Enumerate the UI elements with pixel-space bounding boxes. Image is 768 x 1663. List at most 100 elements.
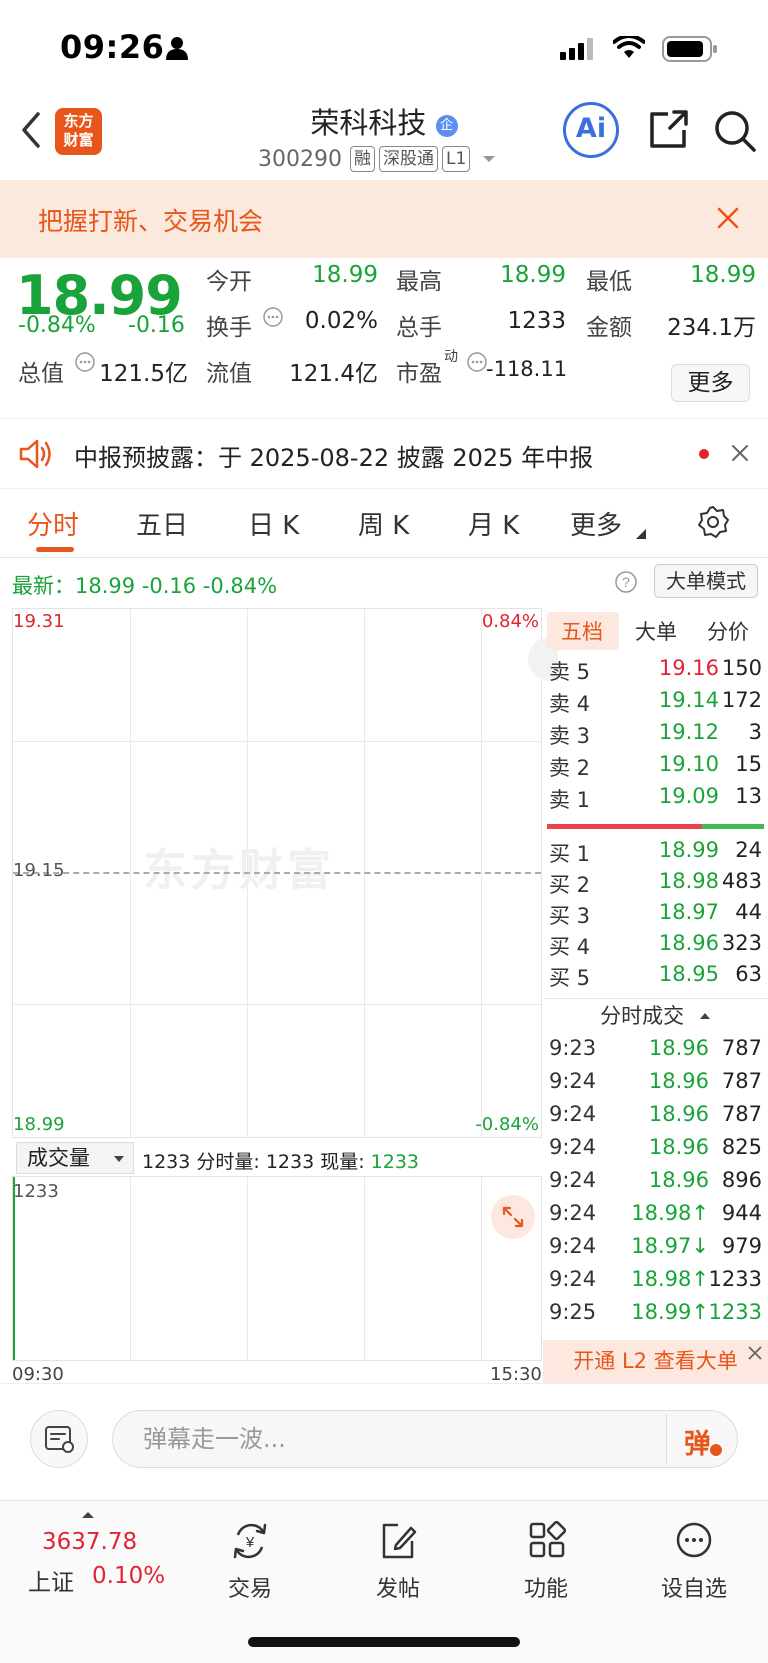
index-value: 3637.78 — [42, 1529, 138, 1555]
watermark: 东方财富 — [143, 845, 335, 896]
danmu-input[interactable]: 弹幕走一波... — [112, 1410, 738, 1468]
bid-row[interactable]: 买 1 18.99 24 — [543, 838, 768, 870]
tab-weekly-k[interactable]: 周 K — [358, 505, 409, 542]
active-tab-indicator — [36, 547, 74, 552]
volume-indicator-select[interactable]: 成交量 — [16, 1142, 134, 1174]
trade-time: 9:23 — [549, 1036, 597, 1060]
trade-row: 9:24 18.96 787 — [543, 1069, 768, 1103]
notice-bar[interactable]: 中报预披露：于 2025-08-22 披露 2025 年中报 — [0, 418, 768, 488]
search-icon[interactable] — [712, 108, 758, 154]
l2-banner-text: 开通 L2 查看大单 — [573, 1349, 738, 1373]
volume-chart[interactable]: 1233 — [12, 1176, 542, 1361]
comment-list-button[interactable] — [30, 1410, 88, 1468]
l2-upgrade-banner[interactable]: 开通 L2 查看大单 — [543, 1340, 768, 1383]
intraday-chart[interactable]: 东方财富 19.31 19.15 18.99 0.84% -0.84% — [12, 608, 558, 1138]
nav-watchlist[interactable]: 设自选 — [634, 1511, 754, 1602]
bid-row[interactable]: 买 3 18.97 44 — [543, 900, 768, 932]
level-label: 卖 5 — [549, 660, 591, 684]
info-icon[interactable] — [262, 306, 284, 328]
nav-trade[interactable]: ¥ 交易 — [190, 1511, 310, 1602]
gear-icon[interactable] — [696, 505, 730, 539]
bid-row[interactable]: 买 4 18.96 323 — [543, 931, 768, 963]
level-volume: 323 — [721, 931, 762, 955]
grid-line — [364, 1177, 365, 1360]
bid-row[interactable]: 买 2 18.98 483 — [543, 869, 768, 901]
nav-functions[interactable]: 功能 — [486, 1511, 606, 1602]
corner-caret-icon — [636, 529, 646, 539]
grid-line — [13, 741, 541, 742]
comment-bar: 弹幕走一波... 弹 — [0, 1383, 768, 1501]
tab-five-day[interactable]: 五日 — [136, 505, 188, 542]
level-volume: 150 — [721, 656, 762, 680]
level-price: 18.97 — [658, 900, 719, 924]
ask-row[interactable]: 卖 2 19.10 15 — [543, 752, 768, 784]
low-value: 18.99 — [690, 262, 756, 288]
status-time: 09:26 — [60, 28, 165, 66]
bid-row[interactable]: 买 5 18.95 63 — [543, 962, 768, 994]
ask-row[interactable]: 卖 3 19.12 3 — [543, 720, 768, 752]
person-icon — [166, 37, 188, 60]
info-icon[interactable] — [74, 351, 96, 373]
ai-button[interactable]: Ai — [563, 102, 619, 158]
low-label: 最低 — [586, 269, 632, 295]
trade-time: 9:24 — [549, 1069, 597, 1093]
trade-time: 9:24 — [549, 1201, 597, 1225]
pe-superscript: 动 — [444, 349, 458, 365]
price-axis-top: 19.31 — [13, 611, 65, 632]
stock-name-text: 荣科科技 — [310, 106, 427, 140]
nav-post-label: 发帖 — [375, 1577, 420, 1602]
trade-price: 18.96 — [648, 1135, 709, 1159]
danmu-toggle-button[interactable]: 弹 — [684, 1422, 724, 1460]
ask-row[interactable]: 卖 1 19.09 13 — [543, 784, 768, 816]
volume-toolbar: 成交量 1233 分时量: 1233 现量: 1233 — [12, 1140, 542, 1176]
prev-close-line — [13, 872, 541, 874]
index-ticker[interactable]: 3637.78 上证 0.10% — [28, 1511, 168, 1596]
mktcap-label: 总值 — [18, 361, 64, 387]
big-order-mode-button[interactable]: 大单模式 — [654, 564, 758, 598]
open-value: 18.99 — [312, 262, 378, 288]
level-label: 买 4 — [549, 935, 591, 959]
svg-text:¥: ¥ — [245, 1534, 255, 1551]
close-icon[interactable] — [731, 444, 749, 462]
signal-icon — [560, 38, 593, 60]
turnover-value: 0.02% — [304, 308, 378, 334]
tab-big-orders[interactable]: 大单 — [635, 616, 677, 646]
more-button[interactable]: 更多 — [671, 364, 750, 402]
trade-volume: 825 — [721, 1135, 762, 1159]
stock-code: 300290 — [258, 146, 342, 172]
info-icon[interactable] — [466, 351, 488, 373]
tab-price-dist[interactable]: 分价 — [707, 616, 749, 646]
divider — [666, 1414, 667, 1464]
change-percent: -0.84% — [18, 313, 96, 338]
enterprise-badge-icon: 企 — [435, 115, 458, 137]
level-label: 卖 3 — [549, 724, 591, 748]
ask-row[interactable]: 卖 5 19.16 150 — [543, 656, 768, 688]
amount-value: 234.1万 — [667, 315, 756, 341]
trade-price: 18.99↑ — [631, 1300, 709, 1324]
tab-intraday[interactable]: 分时 — [27, 505, 79, 542]
tab-daily-k[interactable]: 日 K — [248, 505, 299, 542]
tab-more[interactable]: 更多 — [570, 505, 622, 542]
trade-volume: 787 — [721, 1069, 762, 1093]
danmu-placeholder: 弹幕走一波... — [143, 1425, 286, 1453]
trades-header[interactable]: 分时成交 — [543, 998, 768, 1032]
tab-five-levels[interactable]: 五档 — [561, 616, 603, 646]
order-panel: 五档 大单 分价 卖 5 19.16 150 卖 4 19.14 172 卖 3 19.12 3… — [543, 608, 768, 1383]
fullscreen-button[interactable] — [491, 1195, 535, 1239]
level-volume: 44 — [735, 900, 762, 924]
level-price: 19.10 — [658, 752, 719, 776]
level-volume: 483 — [721, 869, 762, 893]
share-icon[interactable] — [646, 108, 690, 152]
nav-post[interactable]: 发帖 — [338, 1511, 458, 1602]
trade-volume: 787 — [721, 1102, 762, 1126]
ask-row[interactable]: 卖 4 19.14 172 — [543, 688, 768, 720]
edit-icon — [382, 1523, 417, 1559]
close-icon[interactable] — [747, 1345, 763, 1361]
trade-price: 18.98↑ — [631, 1267, 709, 1291]
promo-banner[interactable]: 把握打新、交易机会 — [0, 180, 768, 258]
caret-down-icon[interactable] — [480, 153, 498, 165]
ask-ratio-bar — [547, 824, 702, 829]
help-icon[interactable]: ? — [614, 570, 638, 594]
close-icon[interactable] — [716, 206, 740, 230]
tab-monthly-k[interactable]: 月 K — [468, 505, 519, 542]
